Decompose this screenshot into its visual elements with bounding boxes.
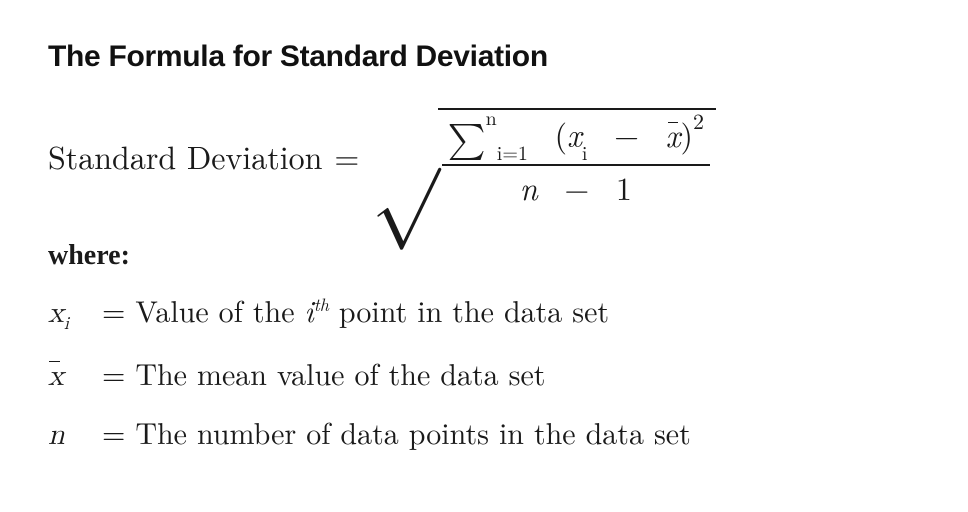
definition-text: Value of the ith point in the data set [135,288,609,331]
fraction: ∑ni=1 (xi − x)2 n − 1 [442,114,710,206]
equals-sign: = [102,410,125,453]
surd-symbol: √ [371,114,439,212]
radicand: ∑ni=1 (xi − x)2 n − 1 [438,108,716,206]
numerator: ∑ni=1 (xi − x)2 [442,114,710,166]
right-paren: ) [681,112,693,157]
definition-xbar: x = The mean value of the data set [48,351,920,394]
where-label: where: [48,240,920,272]
formula: Standard Deviation = √ ∑ni=1 (xi − x)2 n… [48,108,920,206]
summation-symbol: ∑ [448,122,486,158]
page-title: The Formula for Standard Deviation [48,40,920,74]
equals-sign: = [102,351,125,394]
denominator: n − 1 [514,166,638,206]
left-paren: ( [555,112,567,157]
minus-sign: − [614,112,639,157]
squared: 2 [693,105,704,136]
formula-lhs: Standard Deviation [48,134,322,179]
symbol-xi: xi [48,295,92,335]
square-root: √ ∑ni=1 (xi − x)2 n − 1 [371,108,716,206]
subscript-i: i [582,137,588,166]
equals-sign: = [102,288,125,331]
minus-sign: − [564,165,589,210]
x-variable: x [567,112,582,157]
definition-text: The mean value of the data set [135,351,545,394]
sum-lower-limit: i=1 [497,137,528,166]
definition-n: n = The number of data points in the dat… [48,410,920,453]
equals-sign: = [334,134,359,179]
symbol-n: n [48,417,92,453]
sum-upper-limit: n [486,102,497,131]
n-variable: n [520,165,538,210]
x-bar: x [666,119,681,151]
one: 1 [616,165,632,210]
definition-text: The number of data points in the data se… [135,410,690,453]
definition-xi: xi = Value of the ith point in the data … [48,288,920,335]
symbol-xbar: x [48,358,92,394]
